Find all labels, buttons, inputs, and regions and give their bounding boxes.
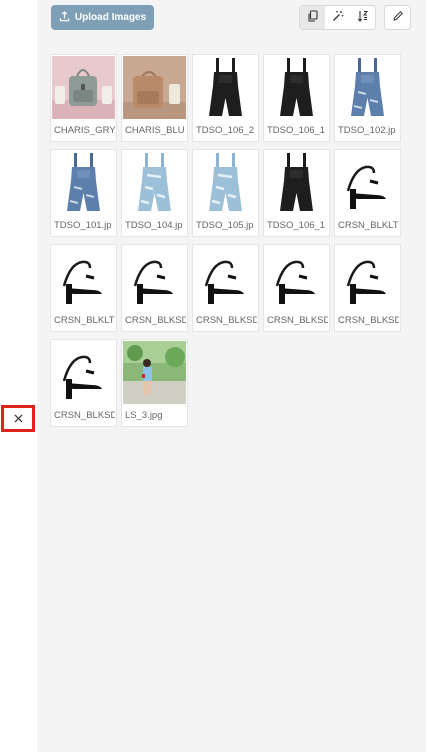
image-filename: CRSN_BLKSD [125,315,186,326]
image-thumbnail [265,246,328,309]
image-filename: TDSO_102.jp [338,125,396,136]
image-thumbnail [194,56,257,119]
image-thumbnail [194,151,257,214]
image-filename: TDSO_104.jp [125,220,183,231]
image-card[interactable]: TDSO_106_1 [263,149,330,237]
image-card[interactable]: CHARIS_GRY [50,54,117,142]
sort-button[interactable] [350,6,375,29]
image-filename: CHARIS_GRY [54,125,115,136]
image-thumbnail [336,56,399,119]
image-thumbnail [336,246,399,309]
copy-icon [307,9,319,27]
close-icon [13,410,23,428]
image-card[interactable]: CRSN_BLKLT [50,244,117,332]
image-filename: CRSN_BLKLT [54,315,115,326]
image-toolbar: Upload Images [51,5,411,30]
image-thumbnail [123,341,186,404]
image-card[interactable]: CRSN_BLKSD [121,244,188,332]
edit-button[interactable] [384,5,411,30]
upload-images-button[interactable]: Upload Images [51,5,154,30]
image-thumbnail [265,56,328,119]
image-filename: CHARIS_BLU [125,125,185,136]
image-card[interactable]: CRSN_BLKSD [263,244,330,332]
image-filename: LS_3.jpg [125,410,163,421]
image-card[interactable]: CRSN_BLKSD [50,339,117,427]
image-filename: CRSN_BLKLT [338,220,399,231]
sort-icon [357,9,369,27]
image-thumbnail [336,151,399,214]
left-panel [0,0,37,752]
image-thumbnail [52,151,115,214]
image-filename: TDSO_101.jp [54,220,112,231]
image-card[interactable]: CRSN_BLKSD [192,244,259,332]
image-card[interactable]: TDSO_104.jp [121,149,188,237]
image-thumbnail [52,246,115,309]
image-card[interactable]: TDSO_102.jp [334,54,401,142]
image-card[interactable]: CRSN_BLKSD [334,244,401,332]
view-tool-group [299,5,376,30]
image-filename: TDSO_106_2 [196,125,255,136]
image-filename: CRSN_BLKSD [196,315,257,326]
image-card[interactable]: CHARIS_BLU [121,54,188,142]
image-thumbnail [123,56,186,119]
image-thumbnail [52,56,115,119]
image-filename: TDSO_106_1 [267,220,326,231]
image-filename: CRSN_BLKSD [338,315,399,326]
image-card[interactable]: LS_3.jpg [121,339,188,427]
image-thumbnail [123,246,186,309]
image-thumbnail [194,246,257,309]
image-card[interactable]: TDSO_106_2 [192,54,259,142]
image-card[interactable]: CRSN_BLKLT [334,149,401,237]
magic-wand-button[interactable] [325,6,350,29]
upload-icon [59,10,70,25]
image-card[interactable]: TDSO_105.jp [192,149,259,237]
image-thumbnail [123,151,186,214]
copy-button[interactable] [300,6,325,29]
image-filename: CRSN_BLKSD [54,410,115,421]
image-card[interactable]: TDSO_106_1 [263,54,330,142]
magic-wand-icon [332,9,344,27]
image-thumbnail [265,151,328,214]
upload-images-label: Upload Images [74,12,147,23]
image-thumbnail [52,341,115,404]
image-filename: CRSN_BLKSD [267,315,328,326]
close-button[interactable] [1,405,35,432]
image-card[interactable]: TDSO_101.jp [50,149,117,237]
pencil-icon [392,9,404,27]
image-filename: TDSO_106_1 [267,125,326,136]
image-filename: TDSO_105.jp [196,220,254,231]
